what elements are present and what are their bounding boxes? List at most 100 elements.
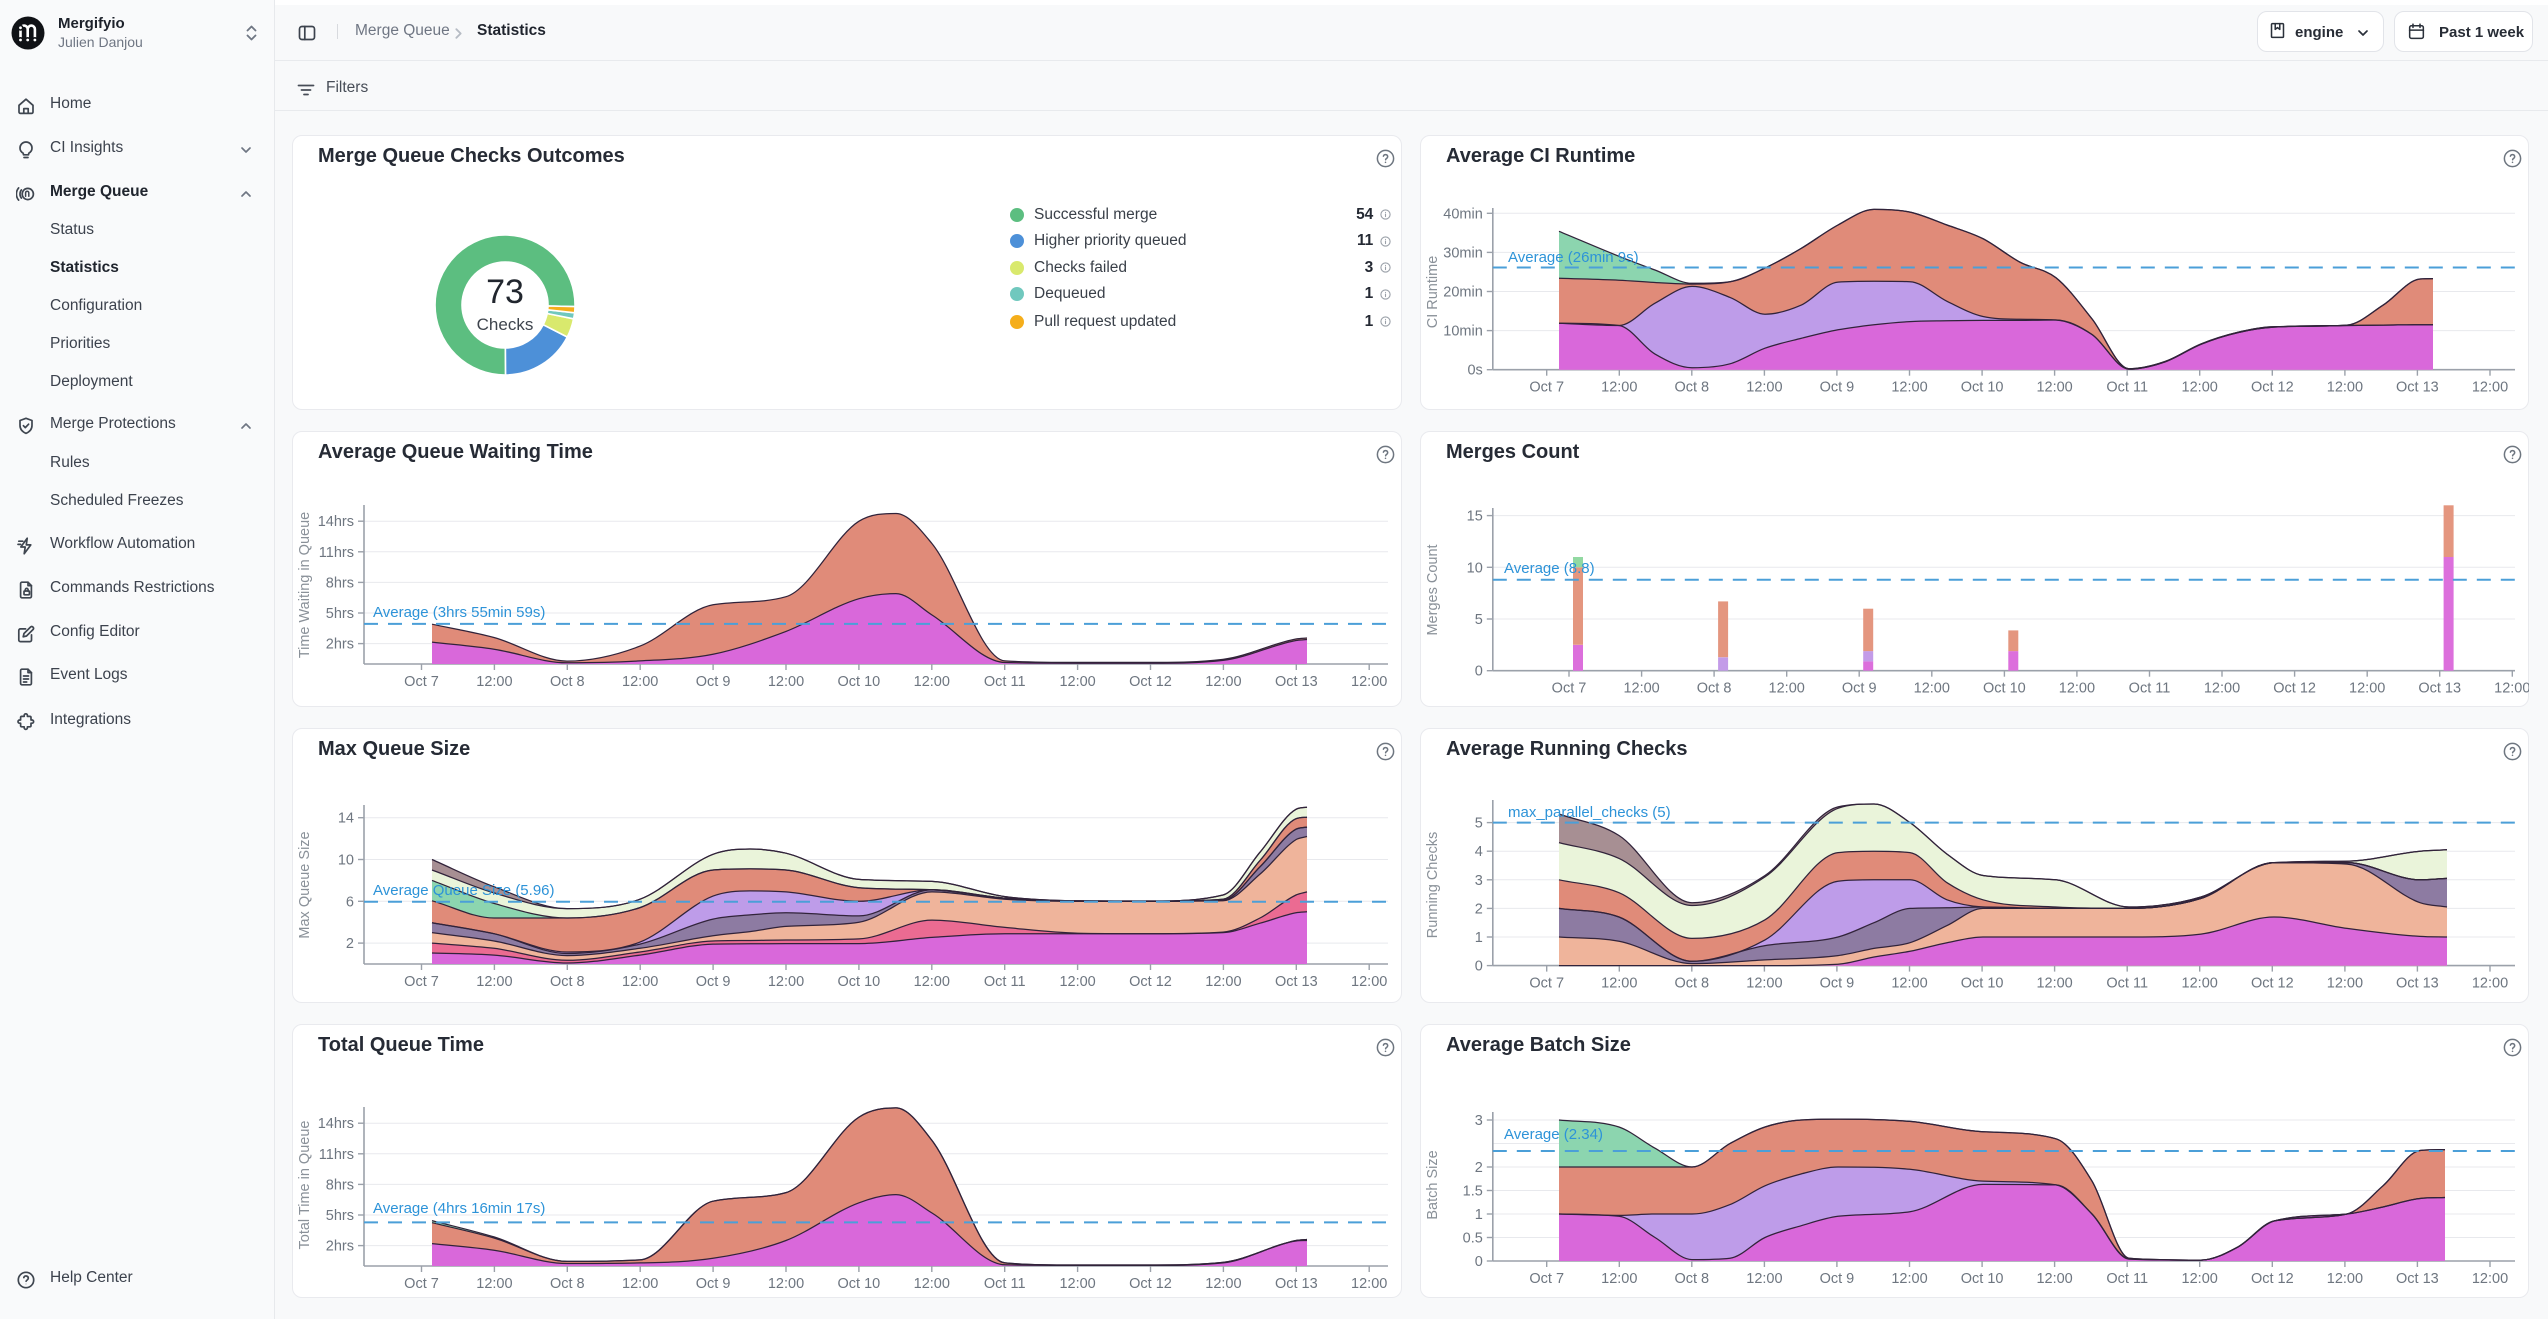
svg-text:12:00: 12:00 bbox=[1351, 974, 1387, 990]
svg-text:12:00: 12:00 bbox=[914, 674, 950, 690]
svg-text:Max Queue Size: Max Queue Size bbox=[297, 831, 313, 938]
svg-text:3: 3 bbox=[1475, 1113, 1483, 1129]
svg-text:12:00: 12:00 bbox=[2182, 1271, 2218, 1287]
svg-text:Oct 11: Oct 11 bbox=[2106, 976, 2148, 992]
svg-text:12:00: 12:00 bbox=[2349, 681, 2385, 697]
svg-text:12:00: 12:00 bbox=[2036, 380, 2072, 396]
svg-text:12:00: 12:00 bbox=[914, 974, 950, 990]
svg-text:Oct 12: Oct 12 bbox=[2251, 976, 2294, 992]
svg-text:Oct 13: Oct 13 bbox=[1275, 674, 1318, 690]
svg-text:12:00: 12:00 bbox=[2494, 681, 2529, 697]
svg-text:Average (8.8): Average (8.8) bbox=[1504, 560, 1595, 577]
svg-text:12:00: 12:00 bbox=[2472, 1271, 2508, 1287]
svg-text:Average (2.34): Average (2.34) bbox=[1504, 1126, 1603, 1143]
svg-text:0: 0 bbox=[1475, 664, 1483, 680]
svg-text:Oct 13: Oct 13 bbox=[2396, 976, 2439, 992]
svg-text:Total Time in Queue: Total Time in Queue bbox=[297, 1121, 313, 1250]
svg-text:12:00: 12:00 bbox=[622, 974, 658, 990]
svg-text:Oct 9: Oct 9 bbox=[696, 1276, 731, 1292]
svg-text:Average (26min 9s): Average (26min 9s) bbox=[1508, 249, 1639, 266]
svg-text:Oct 7: Oct 7 bbox=[1529, 380, 1564, 396]
svg-text:2: 2 bbox=[1475, 901, 1483, 917]
svg-text:12:00: 12:00 bbox=[1205, 674, 1241, 690]
svg-text:2: 2 bbox=[1475, 1160, 1483, 1176]
svg-text:Oct 9: Oct 9 bbox=[1820, 1271, 1855, 1287]
svg-text:15: 15 bbox=[1467, 509, 1483, 525]
svg-text:Checks: Checks bbox=[477, 315, 534, 334]
svg-text:10min: 10min bbox=[1443, 324, 1483, 340]
svg-text:10: 10 bbox=[338, 853, 354, 869]
svg-text:Average (4hrs 16min 17s): Average (4hrs 16min 17s) bbox=[373, 1200, 545, 1217]
svg-text:12:00: 12:00 bbox=[1746, 976, 1782, 992]
svg-text:Oct 8: Oct 8 bbox=[550, 1276, 585, 1292]
svg-text:12:00: 12:00 bbox=[476, 1276, 512, 1292]
svg-text:12:00: 12:00 bbox=[1601, 380, 1637, 396]
svg-text:12:00: 12:00 bbox=[622, 1276, 658, 1292]
svg-text:Oct 8: Oct 8 bbox=[1674, 976, 1709, 992]
svg-text:Oct 9: Oct 9 bbox=[1820, 380, 1855, 396]
svg-text:Running Checks: Running Checks bbox=[1425, 832, 1441, 938]
svg-text:Oct 7: Oct 7 bbox=[404, 674, 439, 690]
svg-text:2hrs: 2hrs bbox=[326, 1239, 354, 1255]
svg-text:73: 73 bbox=[486, 273, 524, 311]
svg-text:5: 5 bbox=[1475, 816, 1483, 832]
svg-text:4: 4 bbox=[1475, 844, 1483, 860]
svg-text:Batch Size: Batch Size bbox=[1425, 1150, 1441, 1219]
svg-text:Average (3hrs 55min 59s): Average (3hrs 55min 59s) bbox=[373, 604, 545, 621]
svg-text:20min: 20min bbox=[1443, 285, 1483, 301]
svg-text:0.5: 0.5 bbox=[1463, 1231, 1483, 1247]
svg-text:Oct 10: Oct 10 bbox=[1961, 1271, 2004, 1287]
svg-text:12:00: 12:00 bbox=[1601, 1271, 1637, 1287]
svg-text:Oct 12: Oct 12 bbox=[1129, 1276, 1172, 1292]
svg-text:Oct 12: Oct 12 bbox=[1129, 974, 1172, 990]
svg-text:12:00: 12:00 bbox=[2204, 681, 2240, 697]
svg-text:12:00: 12:00 bbox=[1891, 380, 1927, 396]
svg-text:12:00: 12:00 bbox=[1601, 976, 1637, 992]
svg-text:8hrs: 8hrs bbox=[326, 1177, 354, 1193]
svg-text:1: 1 bbox=[1475, 930, 1483, 946]
svg-text:Oct 10: Oct 10 bbox=[1961, 976, 2004, 992]
svg-text:12:00: 12:00 bbox=[1891, 976, 1927, 992]
svg-text:1: 1 bbox=[1475, 1207, 1483, 1223]
svg-text:12:00: 12:00 bbox=[476, 974, 512, 990]
svg-text:Oct 9: Oct 9 bbox=[1820, 976, 1855, 992]
svg-text:12:00: 12:00 bbox=[1914, 681, 1950, 697]
svg-text:12:00: 12:00 bbox=[768, 674, 804, 690]
svg-text:12:00: 12:00 bbox=[2036, 1271, 2072, 1287]
svg-text:Oct 7: Oct 7 bbox=[1529, 1271, 1564, 1287]
svg-text:Oct 9: Oct 9 bbox=[1842, 681, 1877, 697]
svg-text:12:00: 12:00 bbox=[1351, 1276, 1387, 1292]
svg-text:Oct 10: Oct 10 bbox=[1983, 681, 2026, 697]
svg-text:Oct 13: Oct 13 bbox=[1275, 974, 1318, 990]
svg-text:CI Runtime: CI Runtime bbox=[1425, 256, 1441, 329]
svg-text:14hrs: 14hrs bbox=[318, 514, 354, 530]
svg-text:40min: 40min bbox=[1443, 206, 1483, 222]
svg-text:Oct 12: Oct 12 bbox=[2251, 380, 2294, 396]
svg-text:0: 0 bbox=[1475, 959, 1483, 975]
svg-text:12:00: 12:00 bbox=[2327, 1271, 2363, 1287]
svg-text:12:00: 12:00 bbox=[1351, 674, 1387, 690]
svg-text:Oct 13: Oct 13 bbox=[2396, 1271, 2439, 1287]
svg-text:0: 0 bbox=[1475, 1254, 1483, 1270]
svg-text:12:00: 12:00 bbox=[2182, 380, 2218, 396]
svg-text:5hrs: 5hrs bbox=[326, 606, 354, 622]
svg-text:12:00: 12:00 bbox=[1746, 380, 1782, 396]
svg-text:Oct 11: Oct 11 bbox=[2129, 681, 2171, 697]
svg-text:2hrs: 2hrs bbox=[326, 637, 354, 653]
svg-text:Oct 7: Oct 7 bbox=[1552, 681, 1587, 697]
svg-text:12:00: 12:00 bbox=[1746, 1271, 1782, 1287]
svg-text:Oct 12: Oct 12 bbox=[2251, 1271, 2294, 1287]
svg-text:12:00: 12:00 bbox=[1769, 681, 1805, 697]
svg-text:Oct 13: Oct 13 bbox=[2396, 380, 2439, 396]
svg-text:14: 14 bbox=[338, 811, 354, 827]
svg-text:Oct 10: Oct 10 bbox=[838, 674, 881, 690]
svg-text:3: 3 bbox=[1475, 873, 1483, 889]
svg-text:Oct 11: Oct 11 bbox=[984, 974, 1026, 990]
svg-text:Oct 9: Oct 9 bbox=[696, 974, 731, 990]
svg-text:14hrs: 14hrs bbox=[318, 1116, 354, 1132]
svg-text:Oct 8: Oct 8 bbox=[550, 974, 585, 990]
svg-text:10: 10 bbox=[1467, 560, 1483, 576]
svg-text:30min: 30min bbox=[1443, 245, 1483, 261]
svg-text:0s: 0s bbox=[1467, 363, 1482, 379]
svg-text:Oct 11: Oct 11 bbox=[2106, 380, 2148, 396]
